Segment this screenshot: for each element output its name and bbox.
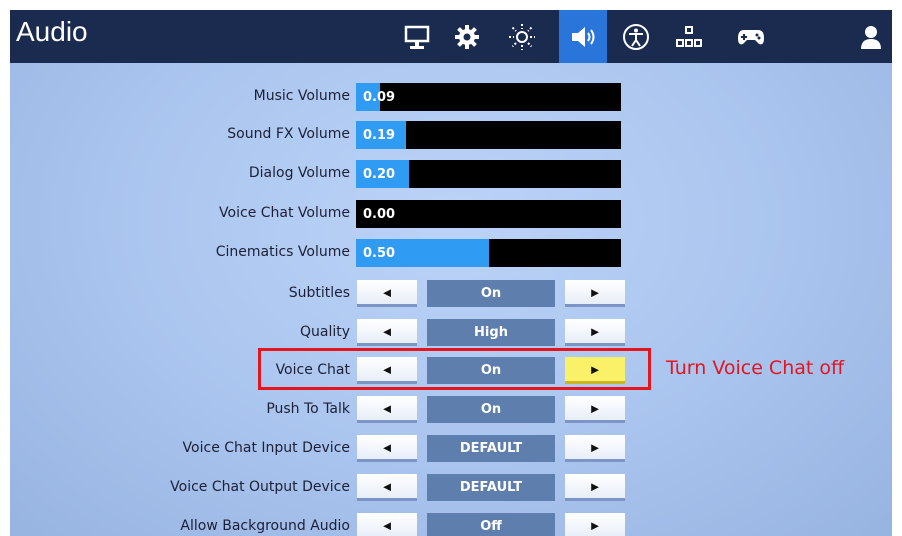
- slider-value: 0.20: [363, 167, 396, 182]
- allow-background-audio-row: Allow Background Audio ◄ Off ►: [10, 513, 892, 536]
- music-volume-label: Music Volume: [253, 88, 350, 104]
- dialog-volume-slider[interactable]: 0.20: [356, 160, 621, 188]
- slider-value: 0.50: [363, 246, 396, 261]
- arrow-left-icon: ◄: [380, 478, 394, 494]
- tab-account[interactable]: [847, 10, 892, 63]
- tab-audio[interactable]: [559, 10, 607, 63]
- account-icon: [861, 25, 881, 49]
- callout-text: Turn Voice Chat off: [666, 357, 845, 379]
- sound-fx-volume-row: Sound FX Volume 0.19: [10, 121, 892, 151]
- push-to-talk-prev-button[interactable]: ◄: [357, 396, 417, 423]
- subtitles-next-button[interactable]: ►: [565, 280, 625, 307]
- push-to-talk-row: Push To Talk ◄ On ►: [10, 396, 892, 426]
- dialog-volume-label: Dialog Volume: [248, 165, 350, 181]
- arrow-right-icon: ►: [588, 284, 602, 300]
- arrow-right-icon: ►: [588, 323, 602, 339]
- arrow-left-icon: ◄: [380, 517, 394, 533]
- push-to-talk-label: Push To Talk: [266, 401, 350, 417]
- accessibility-icon: [623, 23, 649, 50]
- subtitles-prev-button[interactable]: ◄: [357, 280, 417, 307]
- music-volume-slider[interactable]: 0.09: [356, 83, 621, 111]
- voice-chat-highlight-box: [258, 348, 651, 390]
- arrow-left-icon: ◄: [380, 400, 394, 416]
- push-to-talk-next-button[interactable]: ►: [565, 396, 625, 423]
- sound-fx-volume-label: Sound FX Volume: [227, 126, 350, 142]
- push-to-talk-value: On: [427, 396, 555, 423]
- output-device-prev-button[interactable]: ◄: [357, 474, 417, 501]
- speaker-icon: [572, 26, 595, 47]
- quality-next-button[interactable]: ►: [565, 319, 625, 346]
- background-audio-prev-button[interactable]: ◄: [357, 513, 417, 536]
- slider-value: 0.09: [363, 90, 396, 105]
- sound-fx-volume-slider[interactable]: 0.19: [356, 121, 621, 149]
- output-device-next-button[interactable]: ►: [565, 474, 625, 501]
- subtitles-label: Subtitles: [288, 285, 350, 301]
- network-icon: [676, 25, 702, 47]
- input-device-next-button[interactable]: ►: [565, 435, 625, 462]
- page-title: Audio: [16, 16, 88, 47]
- subtitles-row: Subtitles ◄ On ►: [10, 280, 892, 310]
- brightness-icon: [509, 23, 535, 50]
- voice-chat-input-device-label: Voice Chat Input Device: [182, 440, 350, 456]
- input-device-prev-button[interactable]: ◄: [357, 435, 417, 462]
- input-device-value: DEFAULT: [427, 435, 555, 462]
- dialog-volume-row: Dialog Volume 0.20: [10, 160, 892, 190]
- tab-video[interactable]: [393, 10, 441, 63]
- arrow-right-icon: ►: [588, 400, 602, 416]
- cinematics-volume-row: Cinematics Volume 0.50: [10, 239, 892, 269]
- arrow-left-icon: ◄: [380, 323, 394, 339]
- background-audio-value: Off: [427, 513, 555, 536]
- gamepad-icon: [738, 29, 764, 44]
- cinematics-volume-label: Cinematics Volume: [215, 244, 350, 260]
- voice-chat-volume-row: Voice Chat Volume 0.00: [10, 200, 892, 230]
- voice-chat-output-device-row: Voice Chat Output Device ◄ DEFAULT ►: [10, 474, 892, 504]
- subtitles-value: On: [427, 280, 555, 307]
- cinematics-volume-slider[interactable]: 0.50: [356, 239, 621, 267]
- gear-icon: [455, 24, 479, 49]
- voice-chat-volume-label: Voice Chat Volume: [219, 205, 350, 221]
- arrow-right-icon: ►: [588, 478, 602, 494]
- music-volume-row: Music Volume 0.09: [10, 83, 892, 113]
- arrow-left-icon: ◄: [380, 439, 394, 455]
- quality-value: High: [427, 319, 555, 346]
- tab-accessibility[interactable]: [612, 10, 660, 63]
- monitor-icon: [404, 25, 430, 49]
- allow-background-audio-label: Allow Background Audio: [180, 518, 350, 534]
- slider-value: 0.00: [363, 207, 396, 222]
- background-audio-next-button[interactable]: ►: [565, 513, 625, 536]
- voice-chat-output-device-label: Voice Chat Output Device: [170, 479, 350, 495]
- slider-value: 0.19: [363, 128, 396, 143]
- arrow-right-icon: ►: [588, 517, 602, 533]
- output-device-value: DEFAULT: [427, 474, 555, 501]
- tab-input[interactable]: [665, 10, 713, 63]
- tab-controller[interactable]: [727, 10, 775, 63]
- arrow-left-icon: ◄: [380, 284, 394, 300]
- settings-screen: Audio Music Volume 0.09 Sound FX Volume …: [10, 10, 892, 536]
- settings-header: Audio: [10, 10, 892, 63]
- tab-brightness[interactable]: [498, 10, 546, 63]
- arrow-right-icon: ►: [588, 439, 602, 455]
- tab-game[interactable]: [443, 10, 491, 63]
- quality-label: Quality: [299, 324, 350, 340]
- voice-chat-input-device-row: Voice Chat Input Device ◄ DEFAULT ►: [10, 435, 892, 465]
- quality-row: Quality ◄ High ►: [10, 319, 892, 349]
- voice-chat-volume-slider[interactable]: 0.00: [356, 200, 621, 228]
- quality-prev-button[interactable]: ◄: [357, 319, 417, 346]
